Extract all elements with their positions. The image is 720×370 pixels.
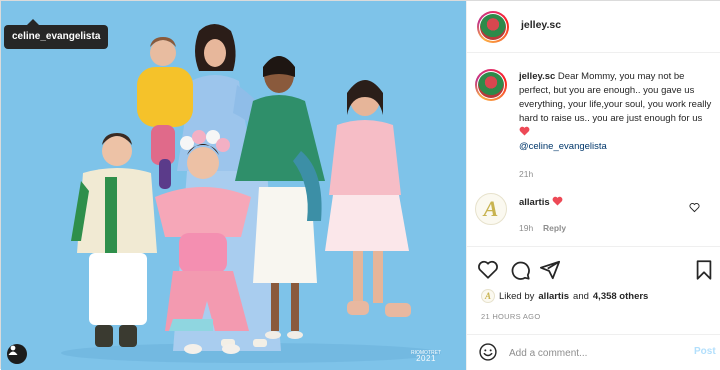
- watermark-year: 2021: [416, 354, 436, 363]
- comment-input[interactable]: [509, 345, 679, 361]
- post-header: jelley.sc: [467, 1, 720, 53]
- author-username[interactable]: jelley.sc: [521, 19, 561, 31]
- comment-like-heart-icon[interactable]: [689, 202, 700, 213]
- photo-watermark: RIOMOTRET 2021: [411, 350, 441, 363]
- person-icon: [8, 345, 18, 355]
- user-tag-bubble[interactable]: celine_evangelista: [4, 25, 109, 49]
- commenter-avatar[interactable]: A: [475, 193, 507, 225]
- instagram-post-modal: celine_evangelista RIOMOTRET 2021 jelley…: [0, 0, 720, 370]
- comment-body: allartis: [519, 196, 563, 208]
- post-photo[interactable]: celine_evangelista RIOMOTRET 2021: [1, 1, 466, 370]
- comments-section: jelley.sc Dear Mommy, you may not be per…: [467, 53, 720, 246]
- likes-prefix: Liked by: [499, 290, 535, 302]
- red-heart-emoji-icon: [552, 196, 563, 206]
- caption-mention-link[interactable]: @celine_evangelista: [519, 141, 607, 152]
- bookmark-icon[interactable]: [693, 259, 715, 281]
- likes-count[interactable]: 4,358 others: [593, 291, 648, 302]
- heart-icon[interactable]: [477, 259, 499, 281]
- post-time-ago: 21 HOURS AGO: [481, 312, 541, 321]
- likes-summary[interactable]: A Liked by allartis and 4,358 others: [481, 289, 648, 303]
- smiley-icon[interactable]: [478, 342, 498, 362]
- comment-icon[interactable]: [509, 259, 531, 281]
- comment-composer: Post: [467, 334, 720, 370]
- post-actions: A Liked by allartis and 4,358 others 21 …: [467, 246, 720, 326]
- liker-avatar: A: [481, 289, 495, 303]
- liker-username[interactable]: allartis: [538, 291, 569, 302]
- post-caption: jelley.sc Dear Mommy, you may not be per…: [519, 70, 715, 154]
- likes-and: and: [573, 290, 589, 302]
- user-tags-button[interactable]: [7, 344, 27, 364]
- comment-timestamp: 19h: [519, 223, 534, 233]
- red-heart-emoji-icon: [519, 126, 530, 136]
- paper-plane-icon[interactable]: [539, 259, 561, 281]
- family-photo-illustration: [1, 1, 466, 370]
- caption-avatar[interactable]: [475, 69, 507, 101]
- comment-reply-button[interactable]: Reply: [543, 223, 566, 233]
- commenter-username[interactable]: allartis: [519, 197, 550, 208]
- post-comment-button[interactable]: Post: [694, 346, 716, 357]
- caption-timestamp: 21h: [519, 169, 534, 179]
- post-details-panel: jelley.sc jelley.sc Dear Mommy, you may …: [466, 1, 720, 370]
- caption-username[interactable]: jelley.sc: [519, 71, 555, 82]
- author-avatar[interactable]: [477, 11, 509, 43]
